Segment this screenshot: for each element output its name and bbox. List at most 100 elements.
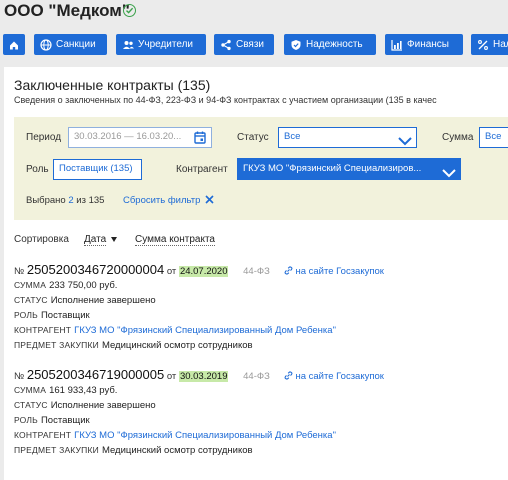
role-label: Роль	[26, 164, 49, 175]
field-label: СТАТУС	[14, 400, 48, 410]
sum-label: Сумма	[442, 132, 474, 143]
contract-field: РОЛЬ Поставщик	[14, 415, 90, 426]
contract-field: СТАТУС Исполнение завершено	[14, 400, 156, 411]
period-input[interactable]: 30.03.2016 — 16.03.20...	[68, 127, 212, 148]
sort-by-date[interactable]: Дата	[84, 234, 107, 246]
reset-filter-button[interactable]: Сбросить фильтр	[123, 195, 214, 207]
role-value: Поставщик (135)	[59, 163, 133, 174]
status-value: Все	[284, 131, 301, 142]
nav-links-button[interactable]: Связи	[214, 34, 274, 55]
contract-field: КОНТРАГЕНТ ГКУЗ МО "Фрязинский Специализи…	[14, 325, 336, 336]
counterparty-select[interactable]: ГКУЗ МО "Фрязинский Специализиров...	[237, 158, 461, 180]
nav-taxes-button[interactable]: Нал	[471, 34, 508, 55]
status-label: Статус	[237, 132, 269, 143]
period-value: 30.03.2016 — 16.03.20...	[74, 131, 182, 142]
selected-prefix: Выбрано	[26, 195, 66, 206]
contract-field: ПРЕДМЕТ ЗАКУПКИ Медицинский осмотр сотруд…	[14, 340, 253, 351]
sort-by-sum[interactable]: Сумма контракта	[135, 234, 215, 246]
nav-links-label: Связи	[236, 39, 265, 50]
contract-role: Поставщик	[40, 415, 90, 426]
contract-sum: 233 750,00 руб.	[49, 280, 118, 291]
calendar-icon[interactable]	[194, 131, 206, 149]
contract-header: № 2505200346720000004 от 24.07.2020 44-Ф…	[14, 262, 384, 278]
home-button[interactable]	[3, 34, 25, 55]
field-label: СУММА	[14, 280, 47, 290]
contract-field: СТАТУС Исполнение завершено	[14, 295, 156, 306]
field-label: ПРЕДМЕТ ЗАКУПКИ	[14, 340, 99, 350]
contracts-panel: Заключенные контракты (135) Сведения о з…	[4, 67, 508, 480]
shield-icon	[290, 38, 302, 50]
selected-number: 2	[68, 195, 74, 206]
chevron-down-icon	[398, 133, 412, 151]
contract-number[interactable]: 2505200346720000004	[27, 262, 164, 277]
status-select[interactable]: Все	[278, 127, 417, 148]
field-label: РОЛЬ	[14, 310, 38, 320]
nav-reliability-label: Надежность	[306, 39, 363, 50]
number-prefix: №	[14, 266, 25, 277]
section-nav: Санкции Учредители Связи Надежность Фина…	[0, 34, 508, 56]
contract-date: 30.03.2019	[178, 371, 229, 382]
sort-caret-icon	[111, 237, 117, 242]
contract-status: Исполнение завершено	[50, 295, 156, 306]
field-label: РОЛЬ	[14, 415, 38, 425]
nav-finance-button[interactable]: Финансы	[385, 34, 463, 55]
contract-field: РОЛЬ Поставщик	[14, 310, 90, 321]
selected-suffix: из 135	[76, 195, 105, 206]
contract-role: Поставщик	[40, 310, 90, 321]
contract-law: 44-ФЗ	[243, 371, 270, 382]
goszakupki-link-label: на сайте Госзакупок	[295, 266, 384, 277]
nav-sanctions-label: Санкции	[56, 39, 96, 50]
contract-subject: Медицинский осмотр сотрудников	[101, 445, 253, 456]
goszakupki-link-label: на сайте Госзакупок	[295, 371, 384, 382]
contract-number[interactable]: 2505200346719000005	[27, 367, 164, 382]
contract-date: 24.07.2020	[178, 266, 229, 277]
users-icon	[122, 38, 134, 50]
date-prefix: от	[166, 266, 177, 277]
check-circle-icon	[123, 4, 136, 17]
date-prefix: от	[166, 371, 177, 382]
sum-value: Все	[485, 131, 502, 142]
reset-filter-label: Сбросить фильтр	[123, 195, 201, 206]
contract-counterparty-link[interactable]: ГКУЗ МО "Фрязинский Специализированный Д…	[74, 430, 336, 441]
contract-law: 44-ФЗ	[243, 266, 270, 277]
share-icon	[220, 38, 232, 51]
contract-field: ПРЕДМЕТ ЗАКУПКИ Медицинский осмотр сотруд…	[14, 445, 253, 456]
goszakupki-link[interactable]: на сайте Госзакупок	[284, 371, 384, 383]
close-icon	[205, 195, 214, 207]
contract-field: КОНТРАГЕНТ ГКУЗ МО "Фрязинский Специализи…	[14, 430, 336, 441]
nav-reliability-button[interactable]: Надежность	[284, 34, 376, 55]
selected-count: Выбрано 2 из 135	[26, 195, 104, 206]
link-icon	[284, 371, 293, 383]
field-label: СУММА	[14, 385, 47, 395]
contract-sum: 161 933,43 руб.	[49, 385, 118, 396]
percent-icon	[477, 38, 489, 50]
filter-panel: Период 30.03.2016 — 16.03.20... Статус В…	[14, 117, 508, 220]
nav-founders-button[interactable]: Учредители	[116, 34, 206, 55]
org-title: ООО "Медком"	[4, 1, 130, 20]
link-icon	[284, 266, 293, 278]
field-label: ПРЕДМЕТ ЗАКУПКИ	[14, 445, 99, 455]
field-label: КОНТРАГЕНТ	[14, 430, 72, 440]
sort-label: Сортировка	[14, 234, 69, 245]
contract-header: № 2505200346719000005 от 30.03.2019 44-Ф…	[14, 367, 384, 383]
field-label: КОНТРАГЕНТ	[14, 325, 72, 335]
chart-icon	[391, 38, 403, 51]
field-label: СТАТУС	[14, 295, 48, 305]
number-prefix: №	[14, 371, 25, 382]
goszakupki-link[interactable]: на сайте Госзакупок	[284, 266, 384, 278]
sum-select[interactable]: Все	[479, 127, 508, 148]
period-label: Период	[26, 132, 62, 143]
nav-sanctions-button[interactable]: Санкции	[34, 34, 107, 55]
contract-field: СУММА 161 933,43 руб.	[14, 385, 117, 396]
section-title: Заключенные контракты (135)	[14, 77, 211, 93]
contract-counterparty-link[interactable]: ГКУЗ МО "Фрязинский Специализированный Д…	[74, 325, 336, 336]
nav-founders-label: Учредители	[138, 39, 194, 50]
home-icon	[8, 38, 20, 50]
nav-taxes-label: Нал	[493, 39, 508, 50]
contract-subject: Медицинский осмотр сотрудников	[101, 340, 253, 351]
contract-field: СУММА 233 750,00 руб.	[14, 280, 117, 291]
counterparty-label: Контрагент	[176, 164, 228, 175]
chevron-down-icon	[442, 165, 456, 183]
counterparty-value: ГКУЗ МО "Фрязинский Специализиров...	[243, 163, 422, 174]
role-select[interactable]: Поставщик (135)	[53, 159, 142, 180]
